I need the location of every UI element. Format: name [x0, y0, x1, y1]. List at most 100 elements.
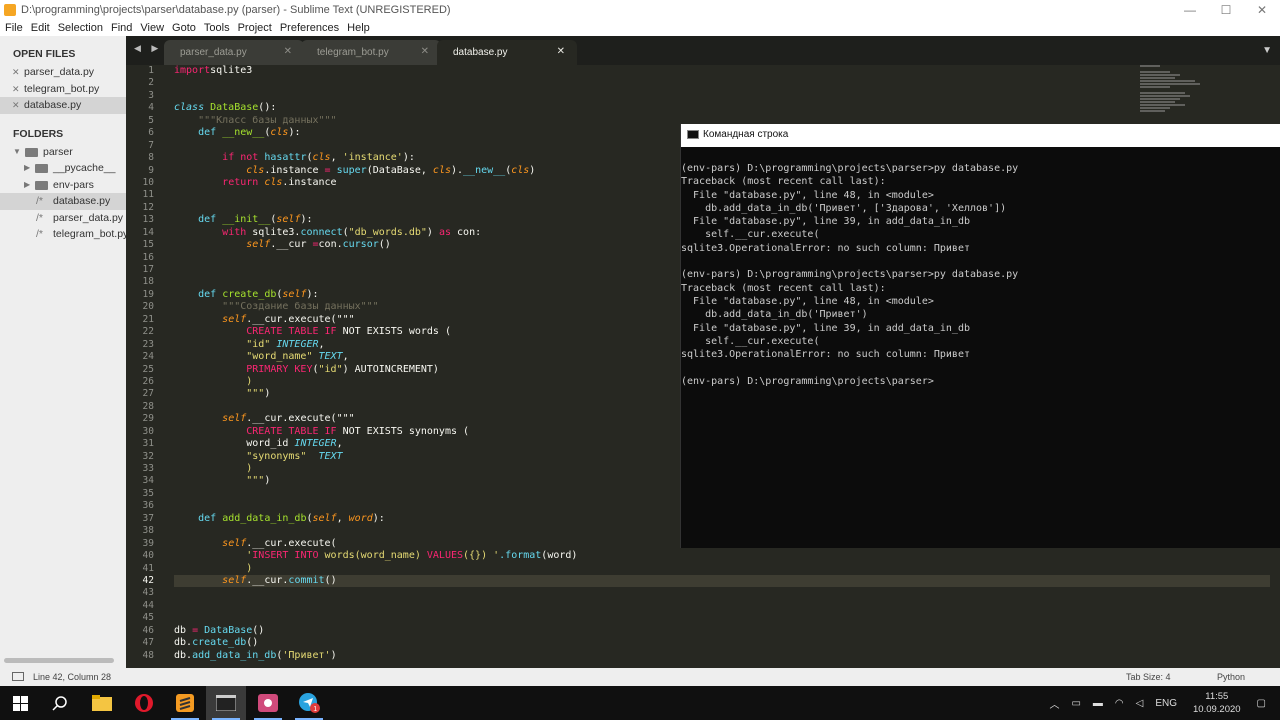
code-token: .instance [282, 176, 337, 188]
start-button[interactable] [0, 686, 40, 720]
code-token: ) [330, 649, 337, 661]
code-token: ) [264, 388, 271, 400]
console-output[interactable]: (env-pars) D:\programming\projects\parse… [681, 147, 1280, 388]
code-line[interactable]: db = DataBase() [174, 625, 1274, 637]
line-number: 32 [142, 450, 154, 462]
tab-dropdown-icon[interactable]: ▼ [1262, 45, 1272, 56]
code-token: DataBase [204, 624, 253, 636]
code-line[interactable]: db.create_db() [174, 637, 1274, 649]
menu-preferences[interactable]: Preferences [280, 22, 339, 34]
code-line[interactable]: self.__cur.commit() [174, 574, 1274, 588]
menu-edit[interactable]: Edit [31, 22, 50, 34]
tab-telegram-bot[interactable]: telegram_bot.py ✕ [301, 40, 441, 65]
line-number: 36 [142, 500, 154, 512]
line-number: 13 [142, 214, 154, 226]
close-button[interactable]: ✕ [1244, 3, 1280, 17]
tray-wifi-icon[interactable]: ◠ [1115, 698, 1124, 709]
code-line[interactable]: 'INSERT INTO words(word_name) VALUES({})… [174, 550, 1274, 562]
code-token: ): [372, 512, 385, 524]
menu-project[interactable]: Project [238, 22, 272, 34]
code-token: cls [312, 152, 331, 164]
console-line: sqlite3.OperationalError: no such column… [681, 349, 970, 361]
tab-nav-arrows[interactable]: ◀ ▶ [134, 43, 162, 54]
open-file-item-active[interactable]: ✕ database.py [0, 97, 126, 114]
open-file-item[interactable]: ✕ telegram_bot.py [0, 81, 126, 98]
line-number: 24 [142, 351, 154, 363]
menu-file[interactable]: File [5, 22, 23, 34]
code-token: ) AUTOINCREMENT) [342, 363, 439, 375]
open-file-item[interactable]: ✕ parser_data.py [0, 64, 126, 81]
tab-database-active[interactable]: database.py ✕ [437, 40, 577, 65]
code-line[interactable]: db.add_data_in_db('Привет') [174, 650, 1274, 662]
close-icon[interactable]: ✕ [12, 64, 20, 81]
code-token: add_data_in_db [192, 649, 277, 661]
taskbar-telegram[interactable]: 1 [289, 686, 329, 720]
console-line: File "database.py", line 39, in add_data… [681, 322, 970, 334]
tray-volume-icon[interactable]: ◁ [1136, 698, 1144, 709]
code-token: INTEGER [276, 338, 319, 350]
code-line[interactable]: importsqlite3 [174, 65, 1274, 77]
code-line[interactable]: ) [174, 563, 1274, 575]
taskbar-cmd[interactable] [206, 686, 246, 720]
menu-help[interactable]: Help [347, 22, 370, 34]
menu-tools[interactable]: Tools [204, 22, 230, 34]
menu-goto[interactable]: Goto [172, 22, 196, 34]
console-titlebar[interactable]: Командная строка [681, 124, 1280, 147]
sidebar-scrollbar[interactable] [4, 658, 114, 663]
close-icon[interactable]: ✕ [284, 46, 292, 57]
code-token: def [198, 512, 223, 524]
file-icon: /* [36, 211, 44, 224]
syntax-mode[interactable]: Python [1217, 672, 1245, 682]
code-line[interactable] [174, 90, 1274, 102]
clock[interactable]: 11:55 10.09.2020 [1193, 690, 1241, 716]
line-number: 20 [142, 301, 154, 313]
panel-toggle-icon[interactable] [12, 672, 24, 681]
folder-file-parser-data[interactable]: /* parser_data.py [0, 210, 126, 227]
code-line[interactable] [174, 77, 1274, 89]
code-line[interactable] [174, 612, 1274, 624]
taskbar-sublime[interactable] [165, 686, 205, 720]
code-line[interactable] [174, 600, 1274, 612]
menu-find[interactable]: Find [111, 22, 132, 34]
folder-env-pars[interactable]: ▶ env-pars [0, 177, 126, 194]
taskbar-app[interactable] [248, 686, 288, 720]
line-number: 46 [142, 624, 154, 636]
menu-selection[interactable]: Selection [58, 22, 103, 34]
folder-parser[interactable]: ▼ parser [0, 144, 126, 161]
close-icon[interactable]: ✕ [557, 46, 565, 57]
taskbar-explorer[interactable] [82, 686, 122, 720]
command-prompt-window[interactable]: Командная строка (env-pars) D:\programmi… [680, 124, 1280, 548]
tab-size[interactable]: Tab Size: 4 [1126, 672, 1171, 682]
notification-icon[interactable]: ▢ [1257, 698, 1266, 709]
close-icon[interactable]: ✕ [12, 97, 20, 114]
line-number: 14 [142, 226, 154, 238]
tray-battery-icon[interactable]: ▬ [1093, 698, 1103, 709]
taskbar-opera[interactable] [124, 686, 164, 720]
code-line[interactable] [174, 587, 1274, 599]
tab-parser-data[interactable]: parser_data.py ✕ [164, 40, 304, 65]
close-icon[interactable]: ✕ [421, 46, 429, 57]
tray-language[interactable]: ENG [1155, 698, 1177, 709]
code-token: () [252, 624, 265, 636]
code-token: sqlite3 [210, 65, 253, 76]
folder-file-database[interactable]: /* database.py [0, 193, 126, 210]
search-button[interactable] [40, 686, 80, 720]
line-number: 15 [142, 239, 154, 251]
cursor-position[interactable]: Line 42, Column 28 [33, 672, 111, 682]
code-token: (): [258, 102, 277, 114]
minimize-button[interactable]: — [1172, 3, 1208, 17]
folder-file-telegram-bot[interactable]: /* telegram_bot.py [0, 226, 128, 243]
tray-chevron-up-icon[interactable]: ︿ [1049, 696, 1059, 711]
maximize-button[interactable]: ☐ [1208, 3, 1244, 17]
tray-network-icon[interactable]: ▭ [1071, 698, 1080, 709]
menu-view[interactable]: View [140, 22, 164, 34]
code-line[interactable]: class DataBase(): [174, 102, 1274, 114]
code-token: def [198, 214, 223, 226]
code-token: db. [174, 637, 193, 649]
close-icon[interactable]: ✕ [12, 81, 20, 98]
folder-pycache[interactable]: ▶ __pycache__ [0, 160, 126, 177]
line-number: 5 [148, 114, 154, 126]
code-token: super [330, 164, 367, 176]
